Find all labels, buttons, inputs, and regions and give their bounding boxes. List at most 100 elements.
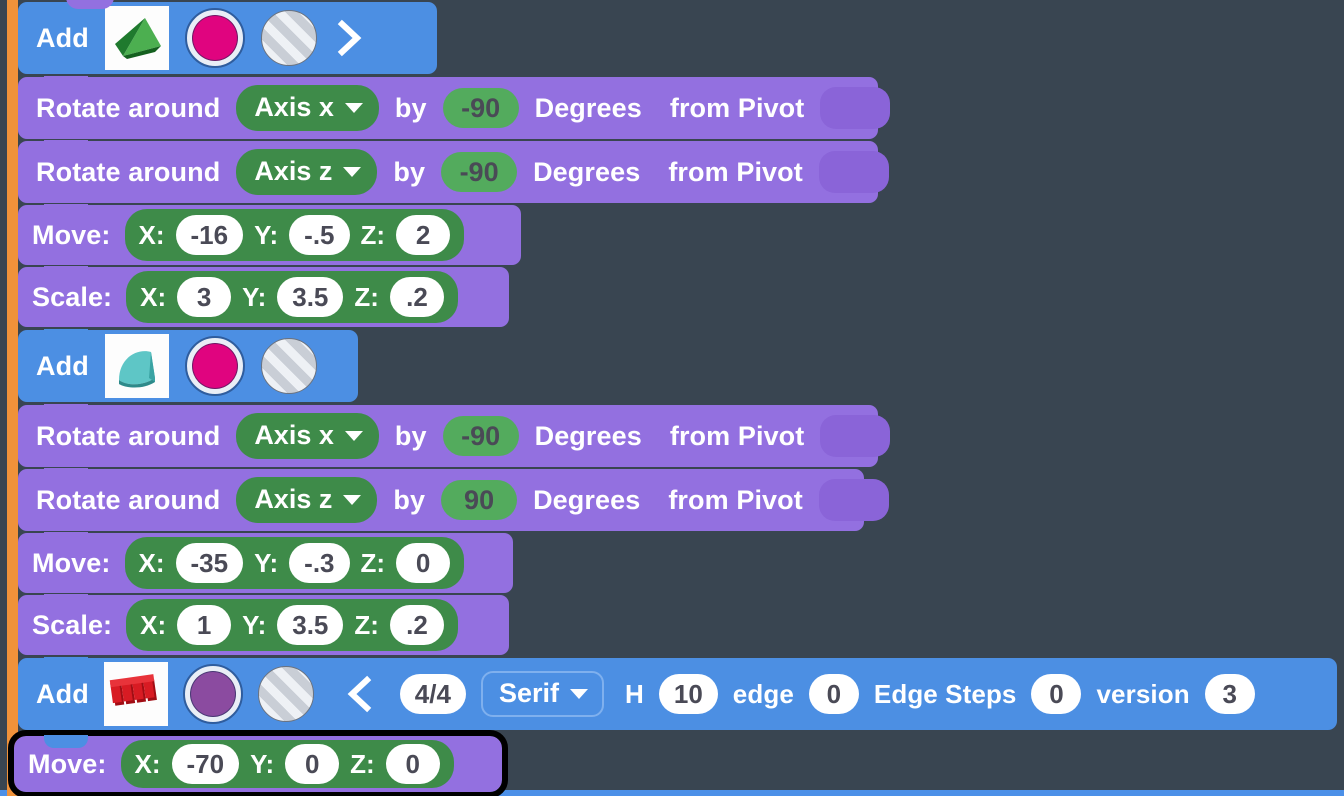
color-swatch-button[interactable]	[184, 336, 245, 396]
pivot-slot[interactable]	[820, 87, 891, 129]
move-x-input[interactable]: -35	[175, 543, 244, 583]
scale-xyz-group: X: 3 Y: 3.5 Z: .2	[126, 271, 458, 323]
previous-block-connector-nub	[66, 0, 114, 9]
edge-input[interactable]: 0	[808, 674, 859, 714]
axis-dropdown[interactable]: Axis x	[236, 413, 379, 459]
rotate-block-3[interactable]: Rotate around Axis x by -90 Degrees from…	[18, 404, 891, 467]
color-swatch-button[interactable]	[184, 8, 245, 68]
chevron-right-icon[interactable]	[333, 18, 367, 58]
block-connector-nub	[44, 204, 88, 217]
z-label: Z:	[360, 547, 386, 578]
axis-dropdown[interactable]: Axis x	[236, 85, 379, 131]
block-connector-nub	[44, 594, 88, 607]
scale-label: Scale:	[32, 281, 113, 312]
x-label: X:	[140, 281, 167, 312]
move-block-2[interactable]: Move: X: -35 Y: -.3 Z: 0	[18, 532, 513, 593]
scale-z-input[interactable]: .2	[389, 277, 444, 317]
z-label: Z:	[354, 281, 379, 312]
script-canvas[interactable]: Add Rotate around Axis x by -90 Degrees …	[0, 0, 1344, 796]
edge-label: edge	[732, 678, 794, 709]
move-z-input[interactable]: 2	[396, 215, 451, 255]
block-connector-nub	[44, 532, 88, 545]
scale-xyz-group: X: 1 Y: 3.5 Z: .2	[126, 599, 458, 651]
axis-dropdown-value: Axis z	[254, 484, 333, 514]
block-connector-nub	[44, 735, 88, 748]
x-label: X:	[138, 547, 165, 578]
degrees-input[interactable]: 90	[441, 480, 518, 520]
scale-block-2[interactable]: Scale: X: 1 Y: 3.5 Z: .2	[18, 594, 509, 655]
scale-label: Scale:	[32, 609, 113, 640]
move-block-3-selected[interactable]: Move: X: -70 Y: 0 Z: 0	[8, 730, 508, 796]
add-label: Add	[36, 22, 89, 53]
scale-block-1[interactable]: Scale: X: 3 Y: 3.5 Z: .2	[18, 266, 509, 327]
move-x-input[interactable]: -16	[175, 215, 244, 255]
axis-dropdown-value: Axis x	[254, 92, 334, 122]
move-xyz-group: X: -16 Y: -.5 Z: 2	[124, 209, 465, 261]
pivot-slot[interactable]	[818, 479, 889, 521]
add-text-block[interactable]: Add 4/4 Serif H 10 edge 0 Edge Steps 0 v…	[18, 657, 1337, 730]
color-swatch-button[interactable]	[182, 664, 243, 724]
pivot-slot[interactable]	[820, 415, 891, 457]
add-pyramid-block[interactable]: Add	[18, 2, 437, 74]
shape-thumbnail-dome[interactable]	[104, 334, 169, 398]
y-label: Y:	[242, 609, 267, 640]
move-label: Move:	[28, 748, 107, 779]
shape-thumbnail-pyramid[interactable]	[104, 6, 169, 70]
rotate-block-2[interactable]: Rotate around Axis z by -90 Degrees from…	[18, 140, 889, 203]
block-connector-nub	[44, 140, 88, 153]
axis-dropdown[interactable]: Axis z	[236, 477, 378, 523]
x-label: X:	[134, 748, 161, 779]
move-y-input[interactable]: -.5	[289, 215, 350, 255]
scale-z-input[interactable]: .2	[389, 605, 444, 645]
degrees-input[interactable]: -90	[442, 416, 519, 456]
z-label: Z:	[350, 748, 375, 779]
rotate-prefix-label: Rotate around	[36, 484, 221, 515]
move-block-1[interactable]: Move: X: -16 Y: -.5 Z: 2	[18, 204, 521, 265]
version-label: version	[1096, 678, 1190, 709]
block-connector-nub	[44, 404, 88, 417]
scale-y-input[interactable]: 3.5	[277, 605, 344, 645]
move-label: Move:	[32, 547, 111, 578]
z-label: Z:	[354, 609, 379, 640]
move-x-input[interactable]: -70	[171, 744, 240, 784]
material-swatch-button[interactable]	[260, 338, 317, 394]
z-label: Z:	[360, 219, 386, 250]
add-label: Add	[36, 678, 89, 709]
axis-dropdown-value: Axis x	[254, 420, 334, 450]
font-dropdown[interactable]: Serif	[480, 671, 604, 717]
chevron-left-icon[interactable]	[343, 674, 377, 714]
height-input[interactable]: 10	[658, 674, 718, 714]
degrees-unit-label: Degrees	[533, 156, 641, 187]
material-swatch-button[interactable]	[257, 666, 314, 722]
version-input[interactable]: 3	[1204, 674, 1255, 714]
move-y-input[interactable]: -.3	[289, 543, 350, 583]
rotate-prefix-label: Rotate around	[36, 420, 221, 451]
move-z-input[interactable]: 0	[385, 744, 440, 784]
degrees-unit-label: Degrees	[534, 420, 642, 451]
page-indicator[interactable]: 4/4	[399, 674, 466, 714]
chevron-down-icon	[344, 102, 363, 113]
material-swatch-button[interactable]	[260, 10, 317, 66]
shape-thumbnail-text[interactable]	[103, 662, 168, 726]
chevron-down-icon	[569, 688, 588, 699]
x-label: X:	[138, 219, 165, 250]
add-dome-block[interactable]: Add	[18, 329, 358, 402]
by-label: by	[393, 484, 426, 515]
degrees-unit-label: Degrees	[534, 92, 642, 123]
by-label: by	[394, 92, 427, 123]
degrees-unit-label: Degrees	[533, 484, 641, 515]
scale-y-input[interactable]: 3.5	[277, 277, 344, 317]
rotate-block-4[interactable]: Rotate around Axis z by 90 Degrees from …	[18, 468, 889, 531]
axis-dropdown[interactable]: Axis z	[236, 149, 378, 195]
rotate-prefix-label: Rotate around	[36, 92, 221, 123]
edge-steps-label: Edge Steps	[873, 678, 1017, 709]
scale-x-input[interactable]: 3	[177, 277, 232, 317]
degrees-input[interactable]: -90	[441, 152, 518, 192]
scale-x-input[interactable]: 1	[177, 605, 232, 645]
degrees-input[interactable]: -90	[442, 88, 519, 128]
edge-steps-input[interactable]: 0	[1031, 674, 1082, 714]
pivot-slot[interactable]	[818, 151, 889, 193]
move-y-input[interactable]: 0	[285, 744, 340, 784]
rotate-block-1[interactable]: Rotate around Axis x by -90 Degrees from…	[18, 76, 891, 139]
move-z-input[interactable]: 0	[396, 543, 451, 583]
